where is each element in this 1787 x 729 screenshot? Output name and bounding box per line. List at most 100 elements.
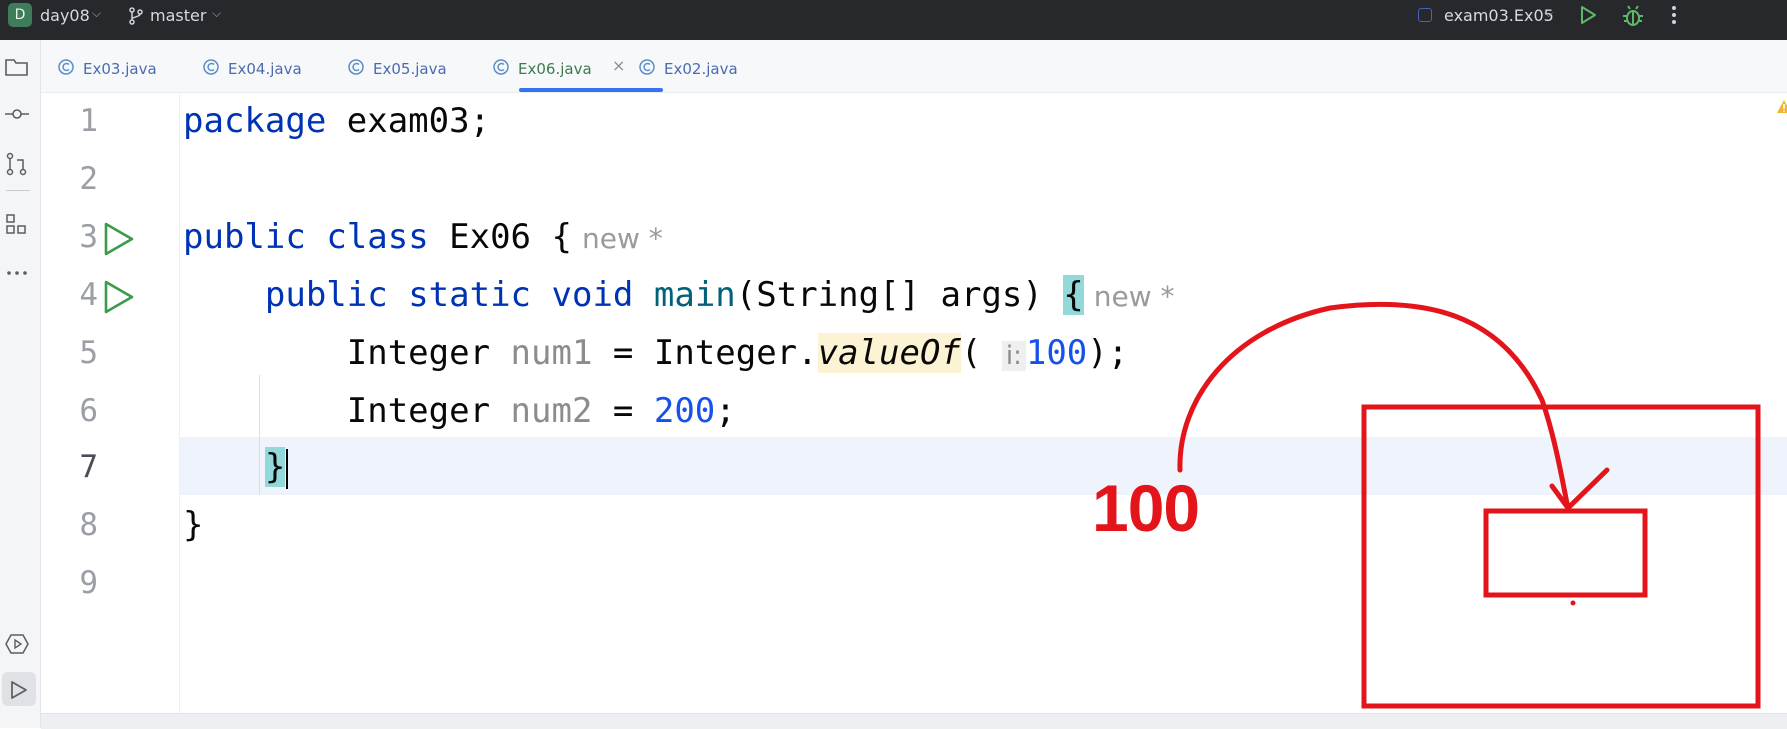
- chevron-down-icon[interactable]: ⌵: [92, 6, 101, 21]
- inlay-hint[interactable]: new *: [582, 222, 663, 255]
- line-number: 5: [79, 335, 98, 371]
- project-badge[interactable]: D: [8, 3, 32, 27]
- code-line[interactable]: 5 Integer num1 = Integer.valueOf( i: 100)…: [41, 325, 1787, 383]
- code-fragment: );: [1087, 333, 1129, 373]
- run-gutter-icon[interactable]: [101, 221, 137, 257]
- code-fragment: = Integer.: [592, 333, 818, 373]
- line-number: 9: [79, 565, 98, 601]
- branch-name[interactable]: master: [150, 6, 206, 25]
- method-name: main: [653, 275, 736, 315]
- text-caret: [286, 448, 289, 489]
- line-number: 8: [79, 507, 98, 543]
- branch-icon: [129, 7, 143, 25]
- type-name: Integer: [346, 333, 491, 373]
- folder-icon[interactable]: [4, 56, 30, 78]
- variable-name: num2: [510, 391, 593, 431]
- annotation-label: 100: [1092, 471, 1200, 545]
- close-icon[interactable]: ×: [612, 56, 625, 75]
- line-number: 7: [79, 449, 98, 485]
- run-icon[interactable]: [1578, 5, 1598, 25]
- code-fragment: =: [592, 391, 654, 431]
- tab-ex05[interactable]: Ex05.java: [347, 40, 477, 92]
- keyword: package: [183, 101, 327, 141]
- chevron-down-icon[interactable]: ⌵: [212, 6, 221, 21]
- static-method-call: valueOf: [817, 333, 961, 373]
- more-icon[interactable]: [1670, 4, 1678, 26]
- number-literal: 100: [1025, 333, 1088, 373]
- services-icon[interactable]: [4, 632, 30, 656]
- brace-match: {: [1063, 275, 1084, 315]
- code-line[interactable]: 9: [41, 555, 1787, 613]
- number-literal: 200: [653, 391, 716, 431]
- code-line[interactable]: 2: [41, 151, 1787, 209]
- tab-ex03[interactable]: Ex03.java: [57, 40, 187, 92]
- tab-ex04[interactable]: Ex04.java: [202, 40, 332, 92]
- inlay-hint[interactable]: new *: [1094, 280, 1175, 313]
- code-text: public static void main(String[] args) {…: [183, 275, 1175, 315]
- more-icon[interactable]: [4, 268, 30, 278]
- code-text: }: [183, 447, 289, 489]
- tab-label: Ex04.java: [228, 60, 302, 78]
- type-name: Integer: [346, 391, 491, 431]
- code-line[interactable]: 3 public class Ex06 { new *: [41, 209, 1787, 267]
- toolstrip-divider: [6, 190, 30, 191]
- code-fragment: (: [960, 333, 982, 373]
- java-class-icon: [58, 59, 74, 75]
- structure-icon[interactable]: [4, 212, 30, 236]
- commit-icon[interactable]: [4, 104, 30, 124]
- run-gutter-icon[interactable]: [101, 279, 137, 315]
- code-line[interactable]: 6 Integer num2 = 200;: [41, 383, 1787, 441]
- horizontal-scrollbar[interactable]: [41, 713, 1787, 729]
- line-number: 2: [79, 161, 98, 197]
- parameter-hint: i:: [1001, 341, 1026, 371]
- line-number: 6: [79, 393, 98, 429]
- package-name: exam03;: [326, 101, 491, 141]
- code-text: package exam03;: [183, 101, 490, 141]
- tab-label: Ex03.java: [83, 60, 157, 78]
- code-text: Integer num2 = 200;: [183, 391, 736, 431]
- java-class-icon: [493, 59, 509, 75]
- code-editor[interactable]: 1 package exam03; 2 3 public class Ex06 …: [41, 93, 1787, 713]
- closing-brace: }: [183, 505, 204, 545]
- tab-ex02[interactable]: Ex02.java: [638, 40, 768, 92]
- java-class-icon: [348, 59, 364, 75]
- project-name[interactable]: day08: [40, 6, 90, 25]
- java-class-icon: [203, 59, 219, 75]
- pull-request-icon[interactable]: [4, 152, 30, 176]
- title-bar: D day08 ⌵ master ⌵ exam03.Ex05 ⌵: [0, 0, 1787, 40]
- code-line[interactable]: 1 package exam03;: [41, 93, 1787, 151]
- parameters: (String[] args): [735, 275, 1064, 315]
- keyword: class: [326, 217, 429, 257]
- tab-label: Ex02.java: [664, 60, 738, 78]
- variable-name: num1: [510, 333, 593, 373]
- run-config-icon: [1418, 8, 1432, 22]
- brace-match: }: [264, 447, 286, 487]
- tool-window-strip: [0, 40, 41, 728]
- class-name: Ex06 {: [428, 217, 572, 257]
- line-number: 1: [79, 103, 98, 139]
- tab-label: Ex05.java: [373, 60, 447, 78]
- run-tool-icon[interactable]: [8, 679, 30, 701]
- warning-icon[interactable]: [1776, 99, 1787, 115]
- editor-tab-bar: Ex03.java Ex04.java Ex05.java Ex06.java …: [41, 40, 1787, 93]
- code-line[interactable]: 8 }: [41, 497, 1787, 555]
- keyword: void: [551, 275, 634, 315]
- java-class-icon: [639, 59, 655, 75]
- tab-label: Ex06.java: [518, 60, 592, 78]
- code-fragment: ;: [715, 391, 736, 431]
- code-line-current[interactable]: 7 }: [41, 439, 1787, 497]
- keyword: public: [183, 217, 306, 257]
- active-tab-indicator: [519, 88, 663, 92]
- keyword: static: [408, 275, 532, 315]
- line-number: 3: [79, 219, 98, 255]
- code-text: }: [183, 505, 203, 545]
- code-line[interactable]: 4 public static void main(String[] args)…: [41, 267, 1787, 325]
- tab-ex06[interactable]: Ex06.java ×: [492, 40, 642, 92]
- code-text: Integer num1 = Integer.valueOf( i: 100);: [183, 333, 1128, 373]
- line-number: 4: [79, 277, 98, 313]
- run-config-selector[interactable]: exam03.Ex05: [1444, 6, 1554, 25]
- code-text: public class Ex06 { new *: [183, 217, 663, 257]
- debug-icon[interactable]: [1622, 5, 1644, 27]
- keyword: public: [264, 275, 388, 315]
- chevron-down-icon[interactable]: ⌵: [1544, 6, 1553, 21]
